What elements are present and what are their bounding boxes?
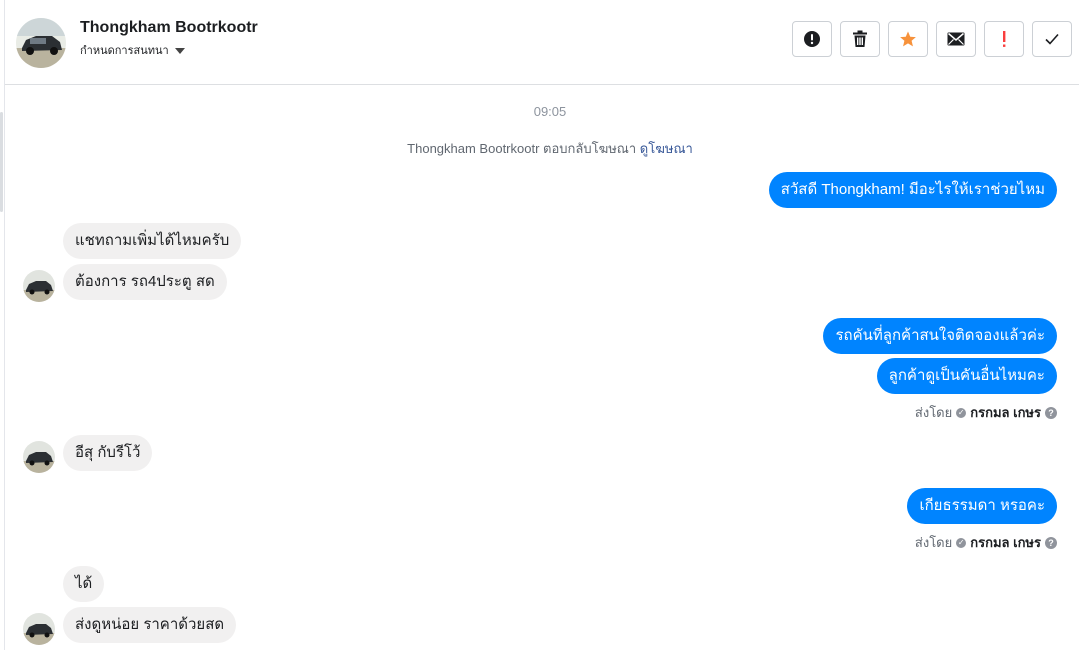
message-thread: 09:05 Thongkham Bootrkootr ตอบกลับโฆษณา … [5,86,1079,650]
trash-icon [853,30,867,47]
help-icon[interactable]: ? [1045,536,1057,549]
car-photo-avatar [23,441,55,473]
message-bubble-outgoing[interactable]: เกียธรรมดา หรอคะ [907,488,1057,524]
contact-name: Thongkham Bootrkootr [80,19,258,36]
report-button[interactable] [792,21,832,57]
envelope-icon [947,32,965,46]
sent-by-label: ส่งโดย [914,535,953,550]
message-bubble-incoming[interactable]: ได้ [63,566,105,602]
left-scrollbar[interactable] [0,112,3,212]
avatar [23,613,55,645]
message-bubble-outgoing[interactable]: สวัสดี Thongkham! มีอะไรให้เราช่วยไหม [768,172,1057,208]
avatar [23,441,55,473]
page-check-icon: ✓ [956,407,967,418]
message-bubble-incoming[interactable]: แชทถามเพิ่มได้ไหมครับ [63,223,242,259]
message-bubble-incoming[interactable]: อีสุ กับรีโว้ [63,435,153,471]
header-actions [792,21,1072,57]
car-photo-avatar [16,18,66,68]
car-photo-avatar [23,613,55,645]
view-ad-link[interactable]: ดูโฆษณา [640,141,693,156]
avatar [23,270,55,302]
caret-down-icon [174,47,185,54]
star-icon [900,31,916,47]
delete-button[interactable] [840,21,880,57]
message-bubble-incoming[interactable]: ส่งดูหน่อย ราคาด้วยสด [63,607,237,643]
ad-reply-notice: Thongkham Bootrkootr ตอบกลับโฆษณา ดูโฆษณ… [5,138,1079,159]
exclamation-icon [1003,31,1006,47]
exclamation-circle-icon [804,31,820,47]
help-icon[interactable]: ? [1045,406,1057,419]
sent-by-info: ส่งโดย ✓ กรกมล เกษร ? [915,402,1057,423]
sent-by-name: กรกมล เกษร [970,405,1041,420]
done-button[interactable] [1032,21,1072,57]
page-check-icon: ✓ [956,537,967,548]
message-bubble-outgoing[interactable]: รถคันที่ลูกค้าสนใจติดจองแล้วค่ะ [823,318,1057,354]
message-bubble-outgoing[interactable]: ลูกค้าดูเป็นคันอื่นไหมคะ [876,358,1057,394]
sent-by-info: ส่งโดย ✓ กรกมล เกษร ? [915,532,1057,553]
mark-unread-button[interactable] [936,21,976,57]
ad-reply-text: Thongkham Bootrkootr ตอบกลับโฆษณา [407,141,637,156]
star-button[interactable] [888,21,928,57]
message-timestamp: 09:05 [533,104,567,119]
assign-label: กำหนดการสนทนา [80,45,169,57]
assign-conversation-dropdown[interactable]: กำหนดการสนทนา [80,41,185,59]
sent-by-name: กรกมล เกษร [970,535,1041,550]
sent-by-label: ส่งโดย [914,405,953,420]
message-bubble-incoming[interactable]: ต้องการ รถ4ประตู สด [63,264,227,300]
conversation-header: Thongkham Bootrkootr กำหนดการสนทนา [5,0,1079,85]
checkmark-icon [1045,33,1059,45]
avatar[interactable] [16,18,66,68]
spam-button[interactable] [984,21,1024,57]
car-photo-avatar [23,270,55,302]
